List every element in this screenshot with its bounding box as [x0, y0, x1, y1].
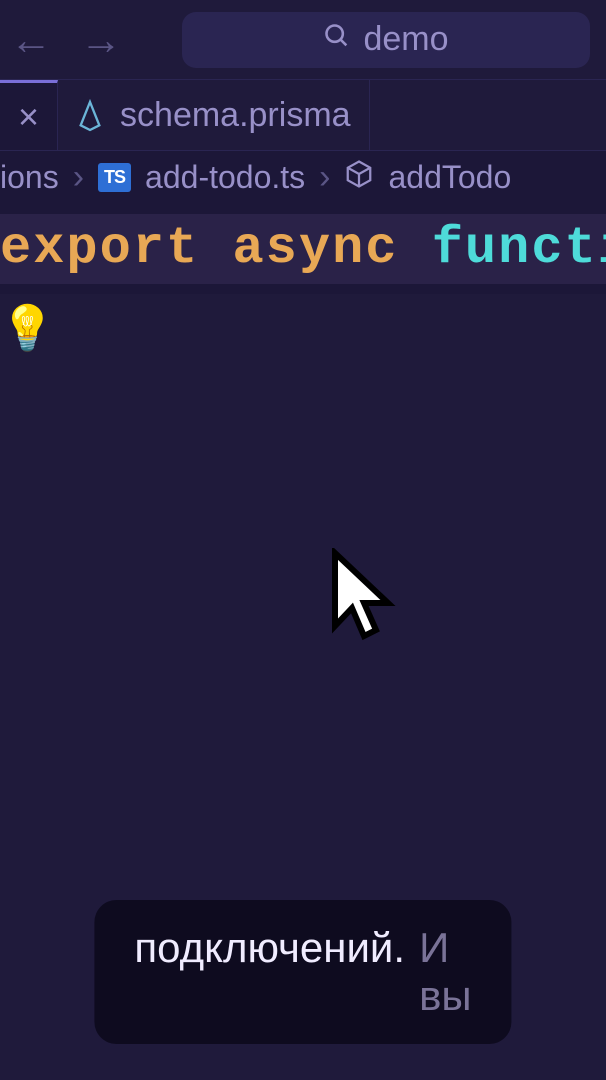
- nav-arrows: ← →: [10, 16, 122, 64]
- caption-overlay: подключений. И вы: [94, 900, 511, 1044]
- keyword-export: export: [0, 219, 199, 278]
- breadcrumb-seg0: ions: [0, 159, 59, 196]
- top-bar: ← → demo: [0, 0, 606, 80]
- chevron-right-icon: ›: [73, 158, 84, 197]
- search-box[interactable]: demo: [182, 12, 590, 68]
- code-line-1: export async functio: [0, 214, 606, 284]
- keyword-async: async: [232, 219, 398, 278]
- chevron-right-icon: ›: [319, 158, 330, 197]
- search-icon: [323, 22, 351, 57]
- keyword-function: functio: [432, 219, 606, 278]
- nav-back-icon[interactable]: ←: [10, 16, 52, 64]
- close-icon[interactable]: ×: [18, 96, 39, 138]
- code-editor[interactable]: export async functio: [0, 204, 606, 294]
- search-text: demo: [363, 20, 448, 59]
- typescript-icon: TS: [98, 163, 131, 192]
- breadcrumb[interactable]: ions › TS add-todo.ts › addTodo: [0, 150, 606, 204]
- lightbulb-icon[interactable]: 💡: [0, 302, 55, 354]
- caption-word2: И вы: [419, 924, 472, 1020]
- breadcrumb-seg2: addTodo: [388, 159, 511, 196]
- tab-schema[interactable]: schema.prisma: [58, 80, 370, 150]
- tab-schema-label: schema.prisma: [120, 96, 351, 135]
- cursor-icon: [330, 548, 400, 648]
- cube-icon: [344, 159, 374, 197]
- nav-forward-icon[interactable]: →: [80, 16, 122, 64]
- tab-bar: × schema.prisma: [0, 80, 606, 150]
- prisma-icon: [76, 99, 104, 131]
- caption-word1: подключений.: [134, 924, 405, 972]
- breadcrumb-seg1: add-todo.ts: [145, 159, 305, 196]
- tab-active[interactable]: ×: [0, 80, 58, 150]
